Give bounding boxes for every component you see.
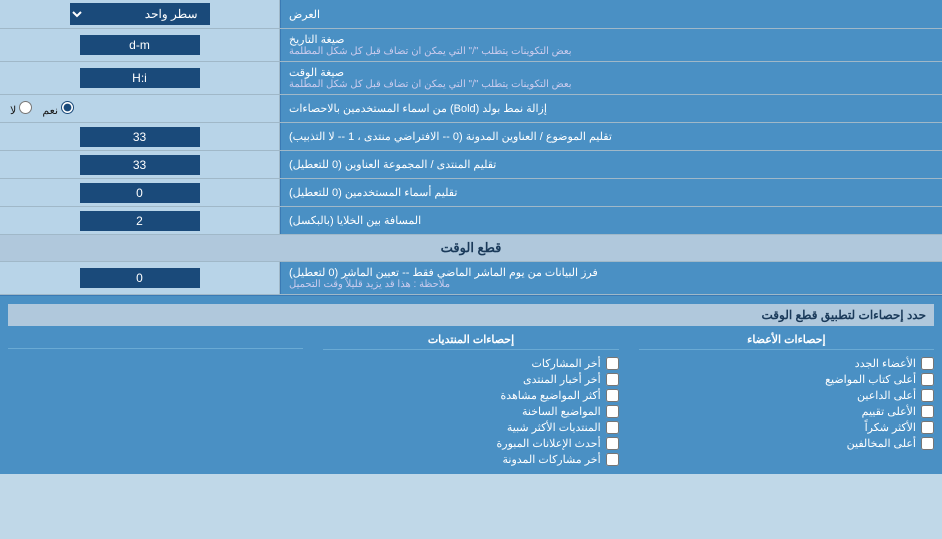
- cb-top-rated-input[interactable]: [921, 405, 934, 418]
- row-cell-label: المسافة بين الخلايا (بالبكسل): [280, 207, 942, 234]
- cb-most-thanked-input[interactable]: [921, 421, 934, 434]
- col-members-header: إحصاءات الأعضاء: [639, 330, 934, 350]
- cb-top-posters-input[interactable]: [921, 389, 934, 402]
- row-cutoff-label: فرز البيانات من يوم الماشر الماضي فقط --…: [280, 262, 942, 294]
- row-bold: إزالة نمط بولد (Bold) من اسماء المستخدمي…: [0, 95, 942, 123]
- row-display-input[interactable]: سطر واحد سطرين ثلاثة أسطر: [0, 0, 280, 28]
- row-cutoff: فرز البيانات من يوم الماشر الماضي فقط --…: [0, 262, 942, 295]
- col-forums-header: إحصاءات المنتديات: [323, 330, 618, 350]
- row-topic-order: تقليم الموضوع / العناوين المدونة (0 -- ا…: [0, 123, 942, 151]
- cb-most-viewed: أكثر المواضيع مشاهدة: [323, 389, 618, 402]
- cb-most-popular-input[interactable]: [606, 421, 619, 434]
- row-cell-input[interactable]: [0, 207, 280, 234]
- bold-radio-yes[interactable]: [61, 101, 74, 114]
- row-date-input[interactable]: [0, 29, 280, 61]
- bold-radio-yes-label: نعم: [42, 101, 74, 117]
- row-forum-label: تقليم المنتدى / المجموعة العناوين (0 للت…: [280, 151, 942, 178]
- cb-most-warned: أعلى المخالفين: [639, 437, 934, 450]
- cb-top-authors-input[interactable]: [921, 373, 934, 386]
- cb-top-rated: الأعلى تقييم: [639, 405, 934, 418]
- date-format-field[interactable]: [80, 35, 200, 55]
- cell-gap-field[interactable]: [80, 211, 200, 231]
- row-display: العرض سطر واحد سطرين ثلاثة أسطر: [0, 0, 942, 29]
- cb-last-posts: أخر المشاركات: [323, 357, 618, 370]
- row-cell-gap: المسافة بين الخلايا (بالبكسل): [0, 207, 942, 235]
- bold-radio-no[interactable]: [19, 101, 32, 114]
- cb-hot-topics-input[interactable]: [606, 405, 619, 418]
- row-topic-label: تقليم الموضوع / العناوين المدونة (0 -- ا…: [280, 123, 942, 150]
- row-username-trim: تقليم أسماء المستخدمين (0 للتعطيل): [0, 179, 942, 207]
- cb-latest-ads-input[interactable]: [606, 437, 619, 450]
- row-display-label: العرض: [280, 0, 942, 28]
- checkboxes-section: حدد إحصاءات لتطبيق قطع الوقت إحصاءات الأ…: [0, 295, 942, 474]
- cb-last-news: أخر أخبار المنتدى: [323, 373, 618, 386]
- cb-top-authors: أعلى كتاب المواضيع: [639, 373, 934, 386]
- cb-top-posters: أعلى الداعين: [639, 389, 934, 402]
- row-username-input[interactable]: [0, 179, 280, 206]
- topic-order-field[interactable]: [80, 127, 200, 147]
- row-time-format: صيغة الوقت بعض التكوينات يتطلب "/" التي …: [0, 62, 942, 95]
- main-container: العرض سطر واحد سطرين ثلاثة أسطر صيغة الت…: [0, 0, 942, 474]
- row-forum-order: تقليم المنتدى / المجموعة العناوين (0 للت…: [0, 151, 942, 179]
- username-trim-field[interactable]: [80, 183, 200, 203]
- row-date-label: صيغة التاريخ بعض التكوينات يتطلب "/" الت…: [280, 29, 942, 61]
- cb-last-news-input[interactable]: [606, 373, 619, 386]
- row-cutoff-input[interactable]: [0, 262, 280, 294]
- cb-most-thanked: الأكثر شكراً: [639, 421, 934, 434]
- cb-most-viewed-input[interactable]: [606, 389, 619, 402]
- cutoff-section-header: قطع الوقت: [0, 235, 942, 262]
- row-time-input[interactable]: [0, 62, 280, 94]
- row-date-format: صيغة التاريخ بعض التكوينات يتطلب "/" الت…: [0, 29, 942, 62]
- cb-last-posts-input[interactable]: [606, 357, 619, 370]
- row-time-label: صيغة الوقت بعض التكوينات يتطلب "/" التي …: [280, 62, 942, 94]
- cutoff-field[interactable]: [80, 268, 200, 288]
- col-forums: إحصاءات المنتديات أخر المشاركات أخر أخبا…: [323, 330, 618, 466]
- checkboxes-title: حدد إحصاءات لتطبيق قطع الوقت: [8, 304, 934, 326]
- cb-last-blog-input[interactable]: [606, 453, 619, 466]
- row-username-label: تقليم أسماء المستخدمين (0 للتعطيل): [280, 179, 942, 206]
- cb-new-members: الأعضاء الجدد: [639, 357, 934, 370]
- cb-new-members-input[interactable]: [921, 357, 934, 370]
- cb-hot-topics: المواضيع الساخنة: [323, 405, 618, 418]
- checkboxes-grid: إحصاءات الأعضاء الأعضاء الجدد أعلى كتاب …: [8, 330, 934, 466]
- display-select[interactable]: سطر واحد سطرين ثلاثة أسطر: [70, 3, 210, 25]
- col-empty: [8, 330, 303, 466]
- row-bold-input: نعم لا: [0, 95, 280, 122]
- col-members: إحصاءات الأعضاء الأعضاء الجدد أعلى كتاب …: [639, 330, 934, 466]
- col-empty-header: [8, 330, 303, 349]
- bold-radio-no-label: لا: [10, 101, 32, 117]
- row-topic-input[interactable]: [0, 123, 280, 150]
- row-forum-input[interactable]: [0, 151, 280, 178]
- cb-most-warned-input[interactable]: [921, 437, 934, 450]
- row-bold-label: إزالة نمط بولد (Bold) من اسماء المستخدمي…: [280, 95, 942, 122]
- time-format-field[interactable]: [80, 68, 200, 88]
- cb-latest-ads: أحدث الإعلانات المبورة: [323, 437, 618, 450]
- forum-order-field[interactable]: [80, 155, 200, 175]
- cb-last-blog: أخر مشاركات المدونة: [323, 453, 618, 466]
- cb-most-popular: المنتديات الأكثر شبية: [323, 421, 618, 434]
